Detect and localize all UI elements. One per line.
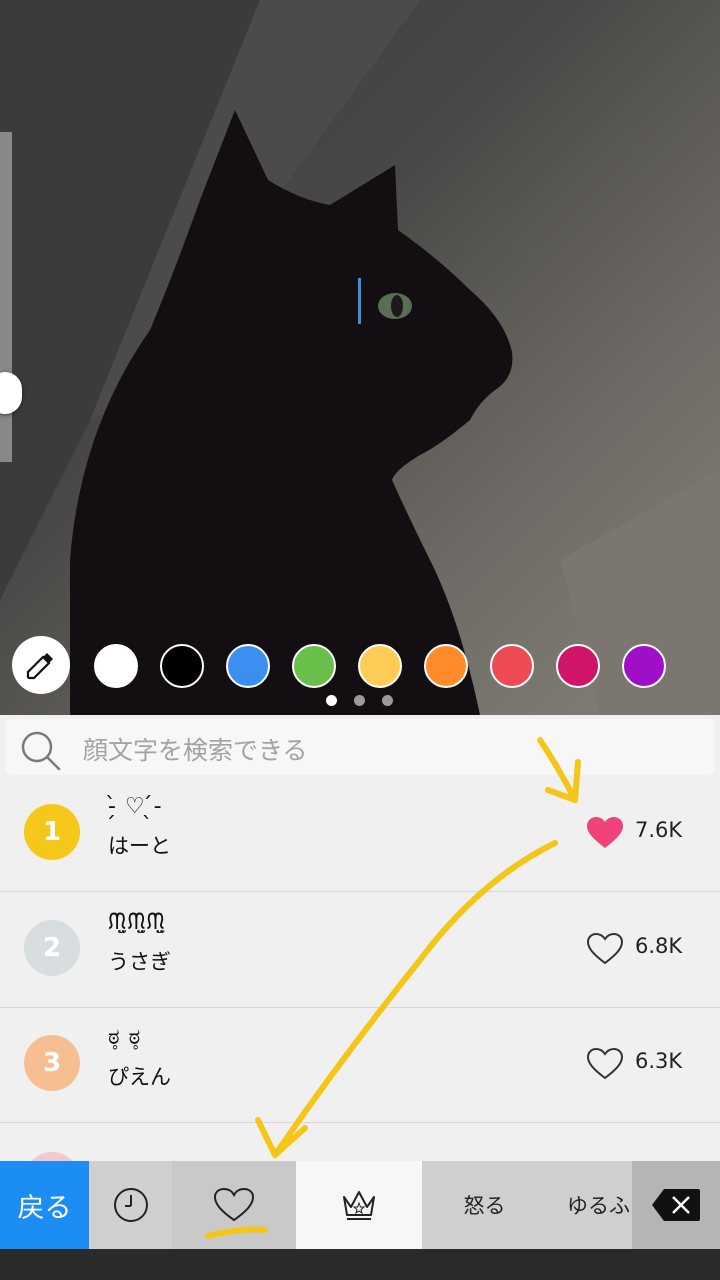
list-item[interactable]: 2 ᙏ̤̫ᙏ̤̫ᙏ̤̫ うさぎ 6.8K [0,892,720,1008]
list-item[interactable]: 3 ಠ̥ ಠ̥ ぴえん 6.3K [0,1007,720,1123]
home-bar [0,1249,720,1280]
clock-icon [113,1188,148,1222]
tab-recent[interactable] [89,1161,172,1249]
tab-angry[interactable]: 怒る [422,1161,547,1249]
category-tab-bar: 戻る 怒る ゆるふ [0,1161,720,1249]
rank-badge: 2 [24,920,80,976]
search-bar[interactable]: 顔文字を検索できる [5,719,715,775]
tab-favorites[interactable] [172,1161,296,1249]
heart-filled-icon[interactable] [586,816,624,850]
kaomoji-name: うさぎ [108,950,171,974]
color-swatch-magenta[interactable] [556,644,600,688]
kaomoji: ᙏ̤̫ᙏ̤̫ᙏ̤̫ [108,910,166,935]
heart-icon [213,1187,255,1222]
tab-loose[interactable]: ゆるふ [547,1161,632,1249]
like-count: 6.3K [635,1049,683,1073]
page-dot-2[interactable] [354,695,365,706]
like-count: 6.8K [635,934,683,958]
crown-icon [343,1191,375,1220]
color-swatch-yellow[interactable] [358,644,402,688]
heart-outline-icon[interactable] [586,932,624,966]
list-item[interactable]: 1 -̗̀ ♡ ̖́- はーと 7.6K [0,776,720,892]
like-count: 7.6K [635,818,683,842]
eyedropper-icon [26,653,53,680]
text-cursor [358,278,361,324]
search-input[interactable]: 顔文字を検索できる [83,731,308,767]
list-item[interactable] [0,1122,720,1161]
page-dot-1[interactable] [326,695,337,706]
kaomoji-name: はーと [108,834,171,858]
back-button[interactable]: 戻る [0,1161,89,1249]
tab-popular[interactable] [296,1161,422,1249]
kaomoji: ಠ̥ ಠ̥ [108,1025,142,1050]
heart-outline-icon[interactable] [586,1047,624,1081]
color-swatch-purple[interactable] [622,644,666,688]
color-swatch-white[interactable] [94,644,138,688]
color-swatch-green[interactable] [292,644,336,688]
backspace-icon [652,1189,700,1221]
page-dot-3[interactable] [382,695,393,706]
delete-button[interactable] [632,1161,720,1249]
color-swatch-orange[interactable] [424,644,468,688]
color-swatch-red[interactable] [490,644,534,688]
eyedropper-button[interactable] [12,636,70,694]
rank-badge [24,1152,80,1161]
color-swatch-black[interactable] [160,644,204,688]
color-swatch-blue[interactable] [226,644,270,688]
kaomoji-panel: 顔文字を検索できる 1 -̗̀ ♡ ̖́- はーと 7.6K 2 ᙏ̤̫ᙏ̤̫ᙏ… [0,715,720,1161]
kaomoji-name: ぴえん [108,1065,171,1089]
photo-canvas [0,0,720,715]
rank-badge: 3 [24,1035,80,1091]
cat-photo [0,0,720,715]
rank-badge: 1 [24,804,80,860]
search-icon [21,731,61,771]
kaomoji: -̗̀ ♡ ̖́- [108,794,163,819]
